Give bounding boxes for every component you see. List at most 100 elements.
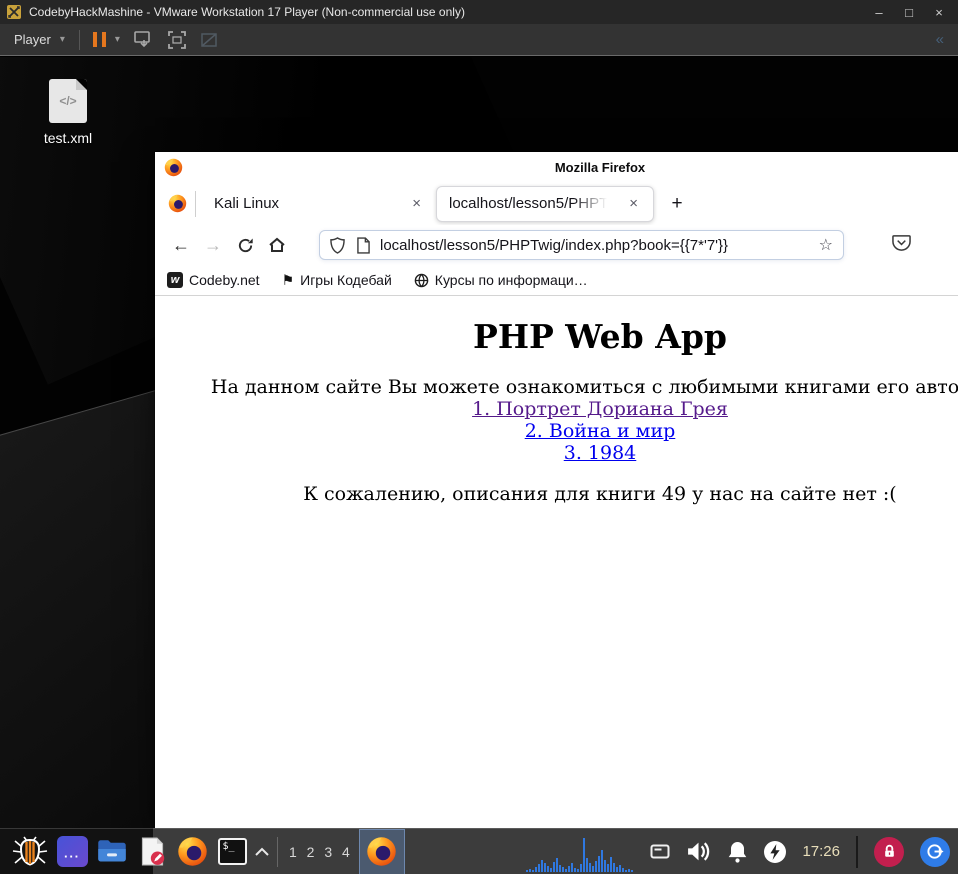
desktop-file-label: test.xml [43, 130, 93, 146]
firefox-view-button[interactable] [161, 189, 193, 219]
fullscreen-button[interactable] [168, 30, 186, 49]
bookmarks-toolbar: w Codeby.net ⚑ Игры Кодебай Курсы по инф… [155, 265, 958, 296]
display-tray-icon[interactable] [650, 844, 670, 860]
kali-taskbar: ··· $_ 1 2 3 4 17:26 [0, 828, 958, 874]
network-graph [526, 832, 636, 872]
system-tray: 17:26 [650, 835, 950, 868]
bookmark-igry-kodebay[interactable]: ⚑ Игры Кодебай [282, 272, 392, 289]
show-desktop-button[interactable]: ··· [52, 829, 92, 874]
taskbar-divider [277, 836, 278, 867]
tab-bar: Kali Linux × localhost/lesson5/PHPTwig/i… [155, 182, 958, 225]
book-link-1: 1. Портрет Дориана Грея [155, 398, 958, 420]
bookmark-codeby[interactable]: w Codeby.net [167, 272, 260, 288]
tray-divider [856, 835, 858, 868]
globe-icon [414, 273, 429, 287]
page-info-icon [357, 236, 370, 254]
book-link-3-anchor[interactable]: 3. 1984 [564, 442, 637, 464]
text-editor-icon [141, 837, 164, 866]
collapse-toolbar-icon[interactable]: « [936, 31, 950, 48]
toolbar-divider [78, 29, 80, 50]
blue-app-icon: ··· [56, 836, 88, 867]
fullscreen-icon [168, 30, 186, 49]
navigation-toolbar: ← → localhost/lesson5/PHPTwig/index.php?… [155, 225, 958, 265]
text-editor-launcher[interactable] [132, 829, 172, 874]
pocket-icon[interactable] [892, 233, 911, 257]
vmware-screen: CodebyHackMashine - VMware Workstation 1… [0, 0, 958, 874]
tab-label: Kali Linux [214, 195, 280, 212]
url-text[interactable]: localhost/lesson5/PHPTwig/index.php?book… [380, 237, 811, 254]
shield-icon [330, 236, 345, 254]
firefox-logo-icon [177, 836, 208, 867]
web-page-content: PHP Web App На данном сайте Вы можете оз… [155, 296, 958, 828]
unity-disabled-icon [201, 32, 217, 47]
file-manager-launcher[interactable] [92, 829, 132, 874]
reload-icon [238, 238, 253, 252]
tab-kali-linux[interactable]: Kali Linux × [198, 186, 436, 222]
logout-arrow-icon [926, 844, 944, 859]
notifications-bell-icon[interactable] [727, 841, 748, 863]
tab-label: localhost/lesson5/PHPTwig/i [449, 195, 607, 212]
tab-close-icon[interactable]: × [624, 193, 643, 214]
monitor-arrow-icon [134, 30, 150, 47]
logout-button[interactable] [920, 836, 950, 867]
back-button[interactable]: ← [165, 229, 197, 261]
chevron-up-icon [255, 847, 269, 856]
not-found-message: К сожалению, описания для книги 49 у нас… [303, 483, 897, 506]
vmware-window-title: CodebyHackMashine - VMware Workstation 1… [29, 5, 465, 19]
panel-expand-button[interactable] [252, 829, 272, 874]
power-manager-icon[interactable] [764, 840, 787, 863]
bookmark-label: Курсы по информаци… [434, 272, 588, 288]
vmware-toolbar: Player ▾ ▾ « [0, 24, 958, 56]
lock-screen-button[interactable] [874, 836, 904, 867]
minimize-button[interactable]: – [866, 5, 892, 20]
suspend-caret-icon[interactable]: ▾ [115, 34, 120, 45]
home-icon [269, 237, 285, 252]
forward-button: → [204, 234, 222, 255]
clock[interactable]: 17:26 [802, 843, 840, 860]
suspend-vm-button[interactable] [88, 30, 112, 49]
intro-text: На данном сайте Вы можете ознакомиться с… [210, 376, 958, 398]
terminal-glyph: $_ [222, 841, 235, 852]
firefox-titlebar[interactable]: Mozilla Firefox [155, 152, 958, 182]
send-ctrl-alt-del-button[interactable] [134, 30, 154, 49]
bookmark-star-icon[interactable]: ☆ [819, 235, 833, 255]
desktop-file-testxml[interactable]: </> test.xml [28, 79, 108, 146]
bookmark-label: Игры Кодебай [300, 272, 392, 288]
tab-localhost-active[interactable]: localhost/lesson5/PHPTwig/i × [436, 185, 654, 222]
player-menu-label: Player [14, 32, 51, 47]
code-glyph: </> [59, 94, 77, 108]
reload-button[interactable] [229, 229, 261, 261]
player-menu[interactable]: Player ▾ [8, 29, 71, 50]
terminal-icon: $_ [217, 838, 247, 865]
dots-glyph: ··· [64, 849, 80, 864]
volume-icon[interactable] [686, 841, 711, 862]
firefox-window-title: Mozilla Firefox [554, 159, 646, 175]
folder-icon [98, 840, 126, 862]
bookmark-kursy[interactable]: Курсы по информаци… [414, 272, 588, 288]
book-link-2-anchor[interactable]: 2. Война и мир [525, 420, 676, 442]
firefox-logo-icon [366, 836, 397, 867]
workspace-switcher[interactable]: 1 2 3 4 [283, 844, 359, 860]
xml-file-icon: </> [49, 79, 87, 123]
caret-down-icon: ▾ [59, 34, 65, 45]
tab-close-icon[interactable]: × [407, 193, 426, 214]
book-link-1-anchor[interactable]: 1. Портрет Дориана Грея [472, 398, 728, 420]
applications-menu-button[interactable] [8, 829, 52, 874]
close-button[interactable]: × [926, 5, 952, 20]
codeby-favicon: w [167, 272, 183, 288]
maximize-button[interactable]: □ [896, 5, 922, 20]
terminal-launcher[interactable]: $_ [212, 829, 252, 874]
firefox-launcher[interactable] [172, 829, 212, 874]
book-link-3: 3. 1984 [155, 442, 958, 464]
tab-divider [195, 190, 196, 217]
home-button[interactable] [261, 229, 293, 261]
url-bar[interactable]: localhost/lesson5/PHPTwig/index.php?book… [319, 230, 844, 260]
firefox-logo-icon [168, 194, 187, 213]
new-tab-button[interactable]: + [662, 189, 692, 219]
page-title: PHP Web App [473, 317, 727, 356]
firefox-window: Mozilla Firefox Kali Linux × localhost/l… [155, 152, 958, 828]
bookmark-label: Codeby.net [189, 272, 260, 288]
book-link-2: 2. Война и мир [155, 420, 958, 442]
firefox-task-button-active[interactable] [358, 828, 405, 874]
kali-bug-icon [12, 836, 48, 866]
